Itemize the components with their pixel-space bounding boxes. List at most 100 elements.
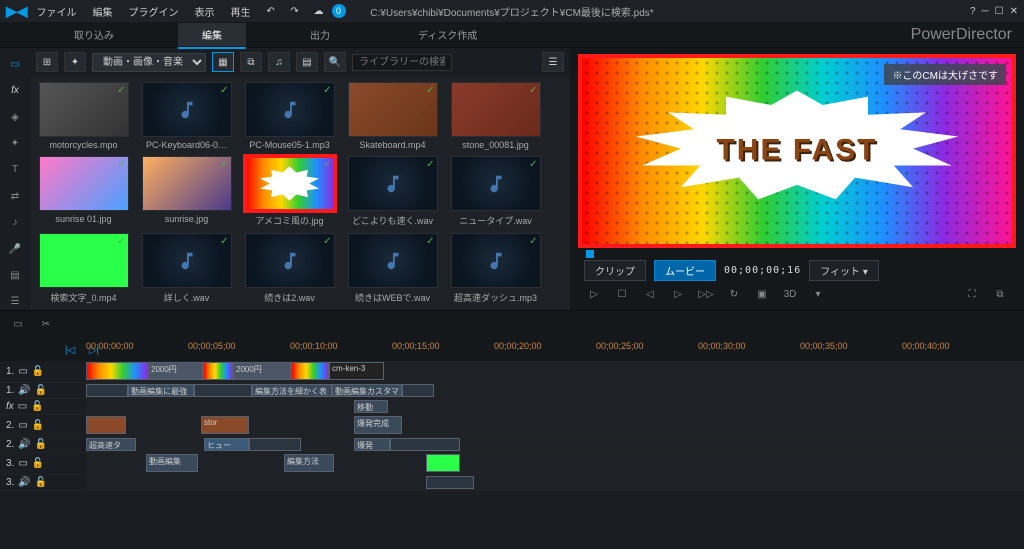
next-frame-icon[interactable]: ▷ <box>668 285 688 303</box>
menu-view[interactable]: 表示 <box>188 1 222 22</box>
room-title-icon[interactable]: T <box>5 162 25 178</box>
clip-a2-4[interactable]: 爆発 <box>354 438 390 451</box>
room-media-icon[interactable]: ▭ <box>5 56 25 72</box>
clip-a1-1[interactable] <box>86 384 128 397</box>
media-item[interactable]: ✓Skateboard.mp4 <box>345 82 440 150</box>
track-lock-icon[interactable]: 🔓 <box>32 458 44 469</box>
track-speaker-icon[interactable]: 🔊 <box>18 385 30 396</box>
track-lock-icon[interactable]: 🔓 <box>35 385 47 396</box>
media-thumb[interactable]: ✓ <box>245 82 335 137</box>
clip-a1-2[interactable]: 動画編集に最強 <box>128 384 194 397</box>
more-preview-icon[interactable]: ▾ <box>808 285 828 303</box>
room-subtitle-icon[interactable]: ☰ <box>5 294 25 310</box>
tab-disc[interactable]: ディスク作成 <box>394 23 501 46</box>
media-thumb[interactable]: ✓ <box>245 233 335 288</box>
room-voice-icon[interactable]: 🎤 <box>5 241 25 257</box>
media-thumb[interactable]: ✓ <box>142 82 232 137</box>
room-fx-icon[interactable]: fx <box>5 82 25 98</box>
fit-select[interactable]: フィット ▾ <box>809 260 879 281</box>
lib-menu-icon[interactable]: ☰ <box>542 52 564 72</box>
track-speaker-icon[interactable]: 🔊 <box>18 477 30 488</box>
tl-prev-marker-icon[interactable]: |◁ <box>60 341 80 359</box>
library-search-input[interactable] <box>352 54 452 71</box>
stop-icon[interactable]: ☐ <box>612 285 632 303</box>
clip-a1-3[interactable] <box>194 384 252 397</box>
clip-v1-4[interactable]: 2000円 <box>233 362 291 380</box>
media-thumb[interactable]: ✓ <box>348 233 438 288</box>
threeD-toggle[interactable]: 3D <box>780 285 800 303</box>
clip-v2-3[interactable]: 爆発完成 <box>354 416 402 434</box>
media-item[interactable]: ✓続きは2.wav <box>242 233 337 304</box>
import-media-icon[interactable]: ⊞ <box>36 52 58 72</box>
clip-a2-5[interactable] <box>390 438 460 451</box>
mode-clip[interactable]: クリップ <box>584 260 646 281</box>
track-eye-icon[interactable]: ▭ <box>18 366 27 377</box>
clip-a1-4[interactable]: 編集方法を細かく表 <box>252 384 332 397</box>
track-lock-icon[interactable]: 🔓 <box>31 401 43 412</box>
media-thumb[interactable]: ✓ <box>142 233 232 288</box>
clip-v1-5[interactable] <box>291 362 329 380</box>
clip-v1-2[interactable]: 2000円 <box>148 362 203 380</box>
track-lock-icon[interactable]: 🔓 <box>35 477 47 488</box>
media-thumb[interactable]: ✓ <box>142 156 232 211</box>
clip-v3-1[interactable]: 動画編集 <box>146 454 198 472</box>
menu-play[interactable]: 再生 <box>224 1 258 22</box>
view-thumb-icon[interactable]: ▦ <box>212 52 234 72</box>
notification-badge[interactable]: 0 <box>332 4 346 18</box>
media-item[interactable]: ✓PC-Mouse05-1.mp3 <box>242 82 337 150</box>
media-thumb[interactable]: ✓ <box>451 82 541 137</box>
clip-a1-5[interactable]: 動画編集カスタマ <box>332 384 402 397</box>
track-speaker-icon[interactable]: 🔊 <box>18 439 30 450</box>
clip-v2-2[interactable]: stor <box>201 416 249 434</box>
snapshot-icon[interactable]: ▣ <box>752 285 772 303</box>
playhead-marker[interactable] <box>586 250 594 258</box>
media-thumb[interactable]: ✓ <box>451 233 541 288</box>
track-eye-icon[interactable]: ▭ <box>18 458 27 469</box>
cloud-icon[interactable]: ☁ <box>310 2 328 20</box>
view-list-icon[interactable]: ▤ <box>296 52 318 72</box>
media-thumb[interactable]: ✓ <box>245 156 335 211</box>
tl-tool-1-icon[interactable]: ▭ <box>8 315 28 333</box>
menu-plugin[interactable]: プラグイン <box>122 1 186 22</box>
media-item[interactable]: ✓ニュータイプ.wav <box>448 156 543 227</box>
clip-a2-1[interactable]: 超高速タ <box>86 438 136 451</box>
media-thumb[interactable]: ✓ <box>39 156 129 211</box>
track-lock-icon[interactable]: 🔓 <box>35 439 47 450</box>
mode-movie[interactable]: ムービー <box>654 260 716 281</box>
clip-a3-1[interactable] <box>426 476 474 489</box>
search-icon[interactable]: 🔍 <box>324 52 346 72</box>
clip-fx-1[interactable]: 移動 <box>354 400 388 413</box>
track-lock-icon[interactable]: 🔓 <box>32 366 44 377</box>
minimize-icon[interactable]: ─ <box>982 6 989 17</box>
clip-v1-3[interactable] <box>203 362 233 380</box>
preview-screen[interactable]: THE FAST ※このCMは大げさです <box>578 54 1016 248</box>
menu-file[interactable]: ファイル <box>30 1 84 22</box>
fullscreen-icon[interactable]: ⛶ <box>962 285 982 303</box>
media-item[interactable]: ✓stone_00081.jpg <box>448 82 543 150</box>
menu-edit[interactable]: 編集 <box>86 1 120 22</box>
track-lock-icon[interactable]: 🔓 <box>32 420 44 431</box>
tab-import[interactable]: 取り込み <box>50 23 138 46</box>
room-pip-icon[interactable]: ◈ <box>5 109 25 125</box>
view-music-icon[interactable]: ♫ <box>268 52 290 72</box>
media-filter-select[interactable]: 動画・画像・音楽 <box>92 53 206 72</box>
clip-v1-6[interactable]: cm-ken-3 <box>329 362 384 380</box>
room-audio-icon[interactable]: ♪ <box>5 214 25 230</box>
media-item[interactable]: ✓アメコミ風の.jpg <box>242 156 337 227</box>
undo-icon[interactable]: ↶ <box>262 2 280 20</box>
media-item[interactable]: ✓超高速ダッシュ.mp3 <box>448 233 543 304</box>
play-icon[interactable]: ▷ <box>584 285 604 303</box>
media-item[interactable]: ✓どこよりも速く.wav <box>345 156 440 227</box>
media-item[interactable]: ✓sunrise 01.jpg <box>36 156 131 227</box>
media-thumb[interactable]: ✓ <box>451 156 541 211</box>
loop-icon[interactable]: ↻ <box>724 285 744 303</box>
room-transition-icon[interactable]: ⇄ <box>5 188 25 204</box>
clip-a1-6[interactable] <box>402 384 434 397</box>
media-item[interactable]: ✓PC-Keyboard06-0… <box>139 82 234 150</box>
media-item[interactable]: ✓詳しく.wav <box>139 233 234 304</box>
clip-v1-1[interactable] <box>86 362 148 380</box>
media-item[interactable]: ✓sunrise.jpg <box>139 156 234 227</box>
track-eye-icon[interactable]: ▭ <box>18 420 27 431</box>
view-film-icon[interactable]: ⧉ <box>240 52 262 72</box>
room-particle-icon[interactable]: ✦ <box>5 135 25 151</box>
